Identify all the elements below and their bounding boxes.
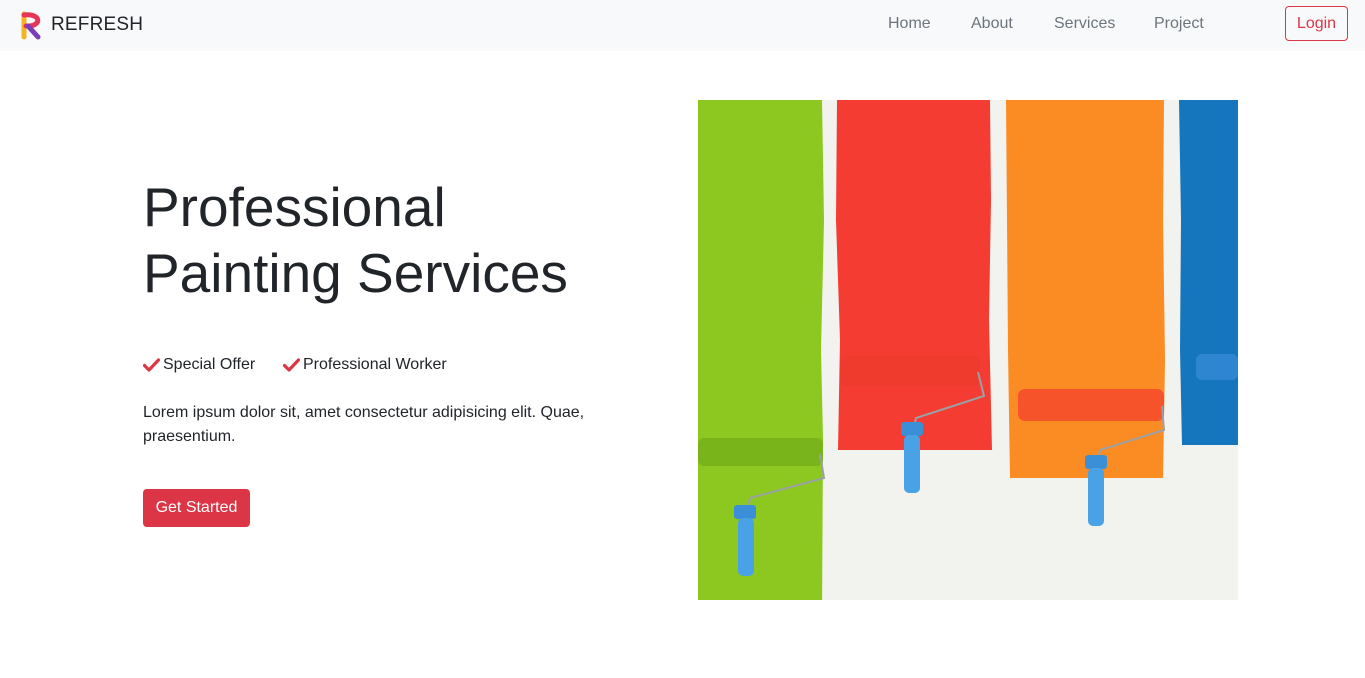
r-logo-icon xyxy=(21,11,41,40)
nav-about[interactable]: About xyxy=(971,15,1013,33)
nav-home[interactable]: Home xyxy=(888,15,931,33)
feature-label: Professional Worker xyxy=(303,356,447,373)
top-navbar: REFRESH Home About Services Project Logi… xyxy=(0,0,1365,51)
hero-title-line-2: Painting Services xyxy=(143,242,568,304)
nav-services[interactable]: Services xyxy=(1054,15,1115,33)
get-started-button[interactable]: Get Started xyxy=(143,489,250,527)
hero-title-line-1: Professional xyxy=(143,176,446,238)
check-icon xyxy=(283,358,300,372)
brand-link[interactable]: REFRESH xyxy=(16,8,143,42)
nav-project[interactable]: Project xyxy=(1154,15,1204,33)
feature-professional-worker: Professional Worker xyxy=(283,355,447,375)
hero-description: Lorem ipsum dolor sit, amet consectetur … xyxy=(143,404,585,445)
login-button[interactable]: Login xyxy=(1285,6,1348,41)
check-icon xyxy=(143,358,160,372)
feature-special-offer: Special Offer xyxy=(143,355,255,375)
paint-rollers-image xyxy=(698,100,1238,600)
feature-label: Special Offer xyxy=(163,356,256,373)
brand-name: REFRESH xyxy=(51,14,144,35)
hero-title: Professional Painting Services xyxy=(143,174,568,306)
